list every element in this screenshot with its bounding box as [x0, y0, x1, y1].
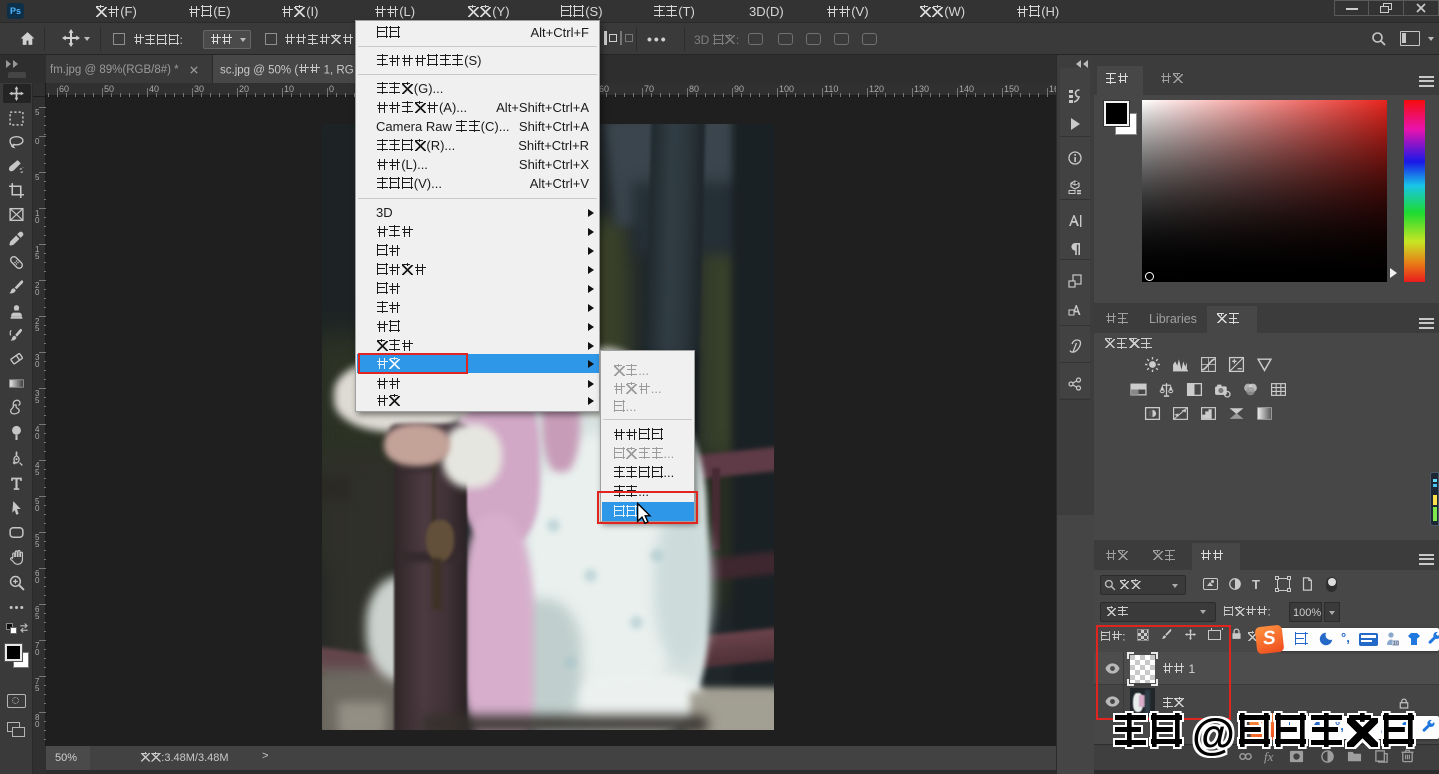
svg-text:10: 10 [1393, 641, 1399, 647]
